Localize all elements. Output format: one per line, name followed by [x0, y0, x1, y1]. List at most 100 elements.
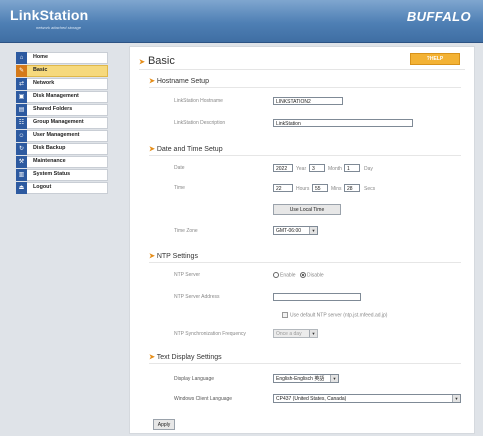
sidebar-item-maintenance[interactable]: ⚒ Maintenance	[16, 156, 108, 168]
time-label: Time	[174, 185, 185, 191]
section-title-text: Hostname Setup	[156, 78, 209, 85]
divider	[149, 155, 461, 156]
sidebar-item-label: Group Management	[33, 119, 84, 125]
default-ntp-label: Use default NTP server (ntp.jst.mfeed.ad…	[290, 312, 388, 319]
mins-input[interactable]: 55	[312, 184, 328, 192]
app-frame: LinkStation network attached storage BUF…	[0, 0, 483, 436]
client-language-value: CP437 (United States, Canada)	[276, 396, 347, 402]
sidebar-item-label: Shared Folders	[33, 106, 73, 112]
timezone-label: Time Zone	[174, 228, 198, 234]
timezone-value: GMT-06:00	[276, 228, 302, 234]
apply-button[interactable]: Apply	[153, 419, 175, 430]
sidebar-item-home[interactable]: ⌂ Home	[16, 52, 108, 64]
network-icon: ⇄	[16, 78, 27, 90]
sidebar-item-logout[interactable]: ⏏ Logout	[16, 182, 108, 194]
secs-label: Secs	[364, 186, 376, 192]
arrow-icon: ➤	[149, 354, 155, 361]
secs-input[interactable]: 28	[344, 184, 360, 192]
default-ntp-checkbox[interactable]	[282, 312, 288, 318]
divider	[149, 87, 461, 88]
sidebar-item-system-status[interactable]: ▥ System Status	[16, 169, 108, 181]
sidebar-item-label: Basic	[33, 67, 48, 73]
ntp-default-option[interactable]: Use default NTP server (ntp.jst.mfeed.ad…	[282, 312, 387, 318]
section-ntp-title: ➤ NTP Settings	[149, 252, 198, 260]
description-input[interactable]: LinkStation	[273, 119, 413, 127]
section-title-text: NTP Settings	[156, 253, 198, 260]
hostname-label: LinkStation Hostname	[174, 98, 223, 104]
day-input[interactable]: 1	[344, 164, 360, 172]
month-label: Month	[328, 166, 342, 172]
sidebar-item-label: Network	[33, 80, 55, 86]
page-title: ➤ Basic	[139, 55, 175, 67]
hours-label: Hours	[296, 186, 310, 192]
page-title-text: Basic	[147, 55, 175, 67]
ntp-frequency-label: NTP Synchronization Frequency	[174, 331, 246, 337]
enable-radio[interactable]	[273, 272, 279, 278]
ntp-server-label: NTP Server	[174, 272, 201, 278]
sidebar-item-label: Home	[33, 54, 48, 60]
sidebar-item-group-management[interactable]: ☷ Group Management	[16, 117, 108, 129]
settings-icon: ✎	[16, 65, 27, 77]
logo-tagline: network attached storage	[36, 25, 81, 30]
section-title-text: Date and Time Setup	[156, 146, 223, 153]
arrow-icon: ➤	[149, 253, 155, 260]
sidebar-item-basic[interactable]: ✎ Basic	[16, 65, 108, 77]
sidebar-item-network[interactable]: ⇄ Network	[16, 78, 108, 90]
hours-input[interactable]: 22	[273, 184, 293, 192]
linkstation-logo: LinkStation	[10, 7, 89, 23]
sidebar-item-user-management[interactable]: ☺ User Management	[16, 130, 108, 142]
description-label: LinkStation Description	[174, 120, 226, 126]
arrow-icon: ➤	[149, 146, 155, 153]
day-label: Day	[364, 166, 373, 172]
folder-icon: ▤	[16, 104, 27, 116]
ntp-address-input[interactable]	[273, 293, 361, 301]
chevron-down-icon: ▼	[309, 330, 317, 337]
wrench-icon: ⚒	[16, 156, 27, 168]
ntp-frequency-select[interactable]: Once a day ▼	[273, 329, 318, 338]
year-input[interactable]: 2022	[273, 164, 293, 172]
sidebar-nav: ⌂ Home ✎ Basic ⇄ Network ▣ Disk Management ▤ Shar…	[16, 52, 108, 195]
backup-icon: ↻	[16, 143, 27, 155]
ntp-disable-option[interactable]: Disable	[300, 272, 324, 278]
sidebar-item-label: Maintenance	[33, 158, 66, 164]
display-language-select[interactable]: English-Englisch 英語 ▼	[273, 374, 339, 383]
section-title-text: Text Display Settings	[156, 354, 222, 361]
client-language-label: Windows Client Language	[174, 396, 233, 402]
section-datetime-title: ➤ Date and Time Setup	[149, 145, 223, 153]
month-input[interactable]: 3	[309, 164, 325, 172]
chevron-down-icon: ▼	[309, 227, 317, 234]
main-panel: ➤ Basic ?HELP ➤ Hostname Setup LinkStati…	[129, 46, 475, 434]
help-button[interactable]: ?HELP	[410, 53, 460, 65]
mins-label: Mins	[331, 186, 342, 192]
timezone-select[interactable]: GMT-06:00 ▼	[273, 226, 318, 235]
divider	[149, 262, 461, 263]
sidebar-item-label: Logout	[33, 184, 52, 190]
display-language-label: Display Language	[174, 376, 215, 382]
sidebar-item-label: Disk Backup	[33, 145, 66, 151]
sidebar-item-label: Disk Management	[33, 93, 79, 99]
arrow-icon: ➤	[149, 78, 155, 85]
group-icon: ☷	[16, 117, 27, 129]
chevron-down-icon: ▼	[452, 395, 460, 402]
house-icon: ⌂	[16, 52, 27, 64]
section-display-title: ➤ Text Display Settings	[149, 353, 222, 361]
ntp-enable-option[interactable]: Enable	[273, 272, 296, 278]
client-language-select[interactable]: CP437 (United States, Canada) ▼	[273, 394, 461, 403]
date-label: Date	[174, 165, 185, 171]
sidebar-item-disk-backup[interactable]: ↻ Disk Backup	[16, 143, 108, 155]
divider	[139, 69, 465, 70]
display-language-value: English-Englisch 英語	[276, 376, 325, 382]
sidebar-item-shared-folders[interactable]: ▤ Shared Folders	[16, 104, 108, 116]
sidebar-item-label: System Status	[33, 171, 71, 177]
disable-label: Disable	[307, 272, 324, 279]
year-label: Year	[296, 166, 307, 172]
logout-icon: ⏏	[16, 182, 27, 194]
disable-radio[interactable]	[300, 272, 306, 278]
chevron-down-icon: ▼	[330, 375, 338, 382]
sidebar-item-label: User Management	[33, 132, 80, 138]
use-local-time-button[interactable]: Use Local Time	[273, 204, 341, 215]
section-hostname-title: ➤ Hostname Setup	[149, 77, 209, 85]
hostname-input[interactable]: LINKSTATION2	[273, 97, 343, 105]
sidebar-item-disk-management[interactable]: ▣ Disk Management	[16, 91, 108, 103]
enable-label: Enable	[280, 272, 296, 279]
